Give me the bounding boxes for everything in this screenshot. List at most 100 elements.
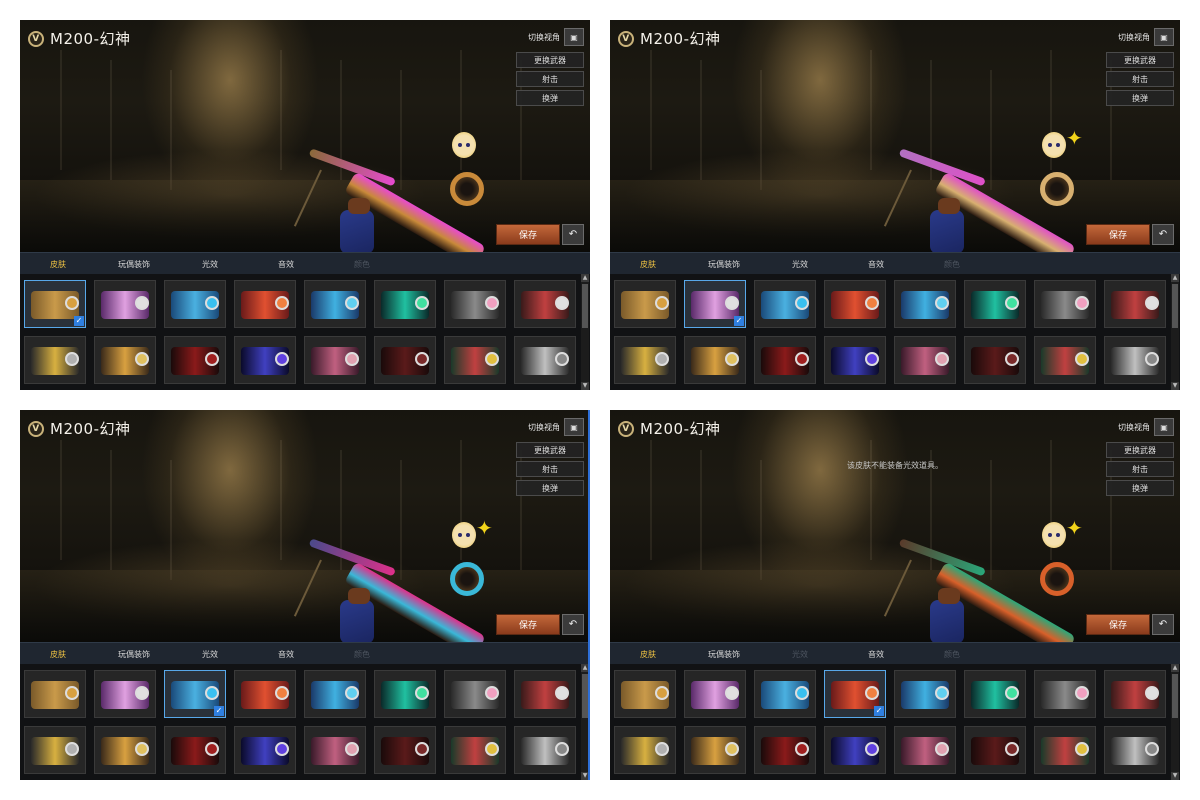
skin-item[interactable] [304, 726, 366, 774]
tab-doll-decoration[interactable]: 玩偶装饰 [96, 649, 172, 660]
scroll-down-icon[interactable]: ▼ [1171, 772, 1179, 780]
skin-item[interactable] [824, 280, 886, 328]
tab-light-effect[interactable]: 光效 [172, 649, 248, 660]
return-icon[interactable]: ↶ [562, 224, 584, 245]
tab-doll-decoration[interactable]: 玩偶装饰 [686, 649, 762, 660]
skin-item[interactable] [164, 726, 226, 774]
tab-skin[interactable]: 皮肤 [20, 259, 96, 270]
save-button[interactable]: 保存 [1086, 224, 1150, 245]
skin-item[interactable] [964, 280, 1026, 328]
save-button[interactable]: 保存 [496, 614, 560, 635]
skin-item[interactable] [444, 280, 506, 328]
skin-item[interactable] [94, 670, 156, 718]
skin-item[interactable] [894, 726, 956, 774]
skin-item[interactable] [304, 280, 366, 328]
skin-item[interactable] [164, 336, 226, 384]
skin-item[interactable] [234, 726, 296, 774]
return-icon[interactable]: ↶ [562, 614, 584, 635]
skin-item[interactable] [1034, 670, 1096, 718]
scroll-thumb[interactable] [1172, 284, 1178, 328]
skin-item[interactable] [1104, 280, 1166, 328]
scroll-down-icon[interactable]: ▼ [581, 772, 588, 780]
skin-item[interactable]: ✓ [24, 280, 86, 328]
skin-item[interactable] [684, 726, 746, 774]
skin-item[interactable] [1104, 336, 1166, 384]
tab-sound-effect[interactable]: 音效 [838, 259, 914, 270]
skin-item[interactable] [304, 670, 366, 718]
skin-item[interactable] [964, 726, 1026, 774]
skin-item[interactable] [164, 280, 226, 328]
skin-item[interactable] [304, 336, 366, 384]
skin-item[interactable] [374, 670, 436, 718]
scroll-down-icon[interactable]: ▼ [581, 382, 589, 390]
scroll-thumb[interactable] [582, 284, 588, 328]
grid-scrollbar[interactable]: ▲ ▼ [581, 664, 588, 780]
skin-item[interactable] [824, 726, 886, 774]
skin-item[interactable] [444, 336, 506, 384]
skin-item[interactable]: ✓ [684, 280, 746, 328]
tab-sound-effect[interactable]: 音效 [248, 649, 324, 660]
skin-item[interactable] [514, 280, 576, 328]
skin-item[interactable] [444, 726, 506, 774]
tab-sound-effect[interactable]: 音效 [248, 259, 324, 270]
skin-item[interactable] [1104, 726, 1166, 774]
scroll-up-icon[interactable]: ▲ [1171, 274, 1179, 282]
skin-item[interactable] [94, 726, 156, 774]
skin-item[interactable] [894, 670, 956, 718]
tab-skin[interactable]: 皮肤 [610, 259, 686, 270]
skin-item[interactable] [374, 280, 436, 328]
skin-item[interactable] [1034, 336, 1096, 384]
skin-item[interactable] [964, 336, 1026, 384]
skin-item[interactable] [234, 336, 296, 384]
skin-item[interactable] [514, 726, 576, 774]
skin-item[interactable] [684, 336, 746, 384]
skin-item[interactable] [24, 336, 86, 384]
skin-item[interactable] [894, 336, 956, 384]
scroll-down-icon[interactable]: ▼ [1171, 382, 1179, 390]
skin-item[interactable] [374, 726, 436, 774]
skin-item[interactable] [234, 670, 296, 718]
scroll-up-icon[interactable]: ▲ [581, 664, 588, 672]
grid-scrollbar[interactable]: ▲ ▼ [581, 274, 589, 390]
grid-scrollbar[interactable]: ▲ ▼ [1171, 664, 1179, 780]
scroll-thumb[interactable] [1172, 674, 1178, 718]
tab-skin[interactable]: 皮肤 [610, 649, 686, 660]
scroll-up-icon[interactable]: ▲ [581, 274, 589, 282]
scroll-thumb[interactable] [582, 674, 588, 718]
return-icon[interactable]: ↶ [1152, 224, 1174, 245]
skin-item[interactable] [754, 280, 816, 328]
tab-skin[interactable]: 皮肤 [20, 649, 96, 660]
save-button[interactable]: 保存 [1086, 614, 1150, 635]
skin-item[interactable] [824, 336, 886, 384]
skin-item[interactable] [514, 670, 576, 718]
skin-item[interactable] [234, 280, 296, 328]
return-icon[interactable]: ↶ [1152, 614, 1174, 635]
skin-item[interactable] [514, 336, 576, 384]
save-button[interactable]: 保存 [496, 224, 560, 245]
tab-light-effect[interactable]: 光效 [172, 259, 248, 270]
grid-scrollbar[interactable]: ▲ ▼ [1171, 274, 1179, 390]
tab-doll-decoration[interactable]: 玩偶装饰 [96, 259, 172, 270]
skin-item[interactable] [754, 670, 816, 718]
skin-item[interactable] [614, 670, 676, 718]
scroll-up-icon[interactable]: ▲ [1171, 664, 1179, 672]
skin-item[interactable] [374, 336, 436, 384]
skin-item[interactable] [24, 726, 86, 774]
skin-item[interactable] [614, 280, 676, 328]
skin-item[interactable] [614, 726, 676, 774]
skin-item[interactable] [964, 670, 1026, 718]
skin-item[interactable] [94, 280, 156, 328]
skin-item[interactable] [614, 336, 676, 384]
skin-item[interactable] [1034, 726, 1096, 774]
skin-item[interactable] [24, 670, 86, 718]
skin-item[interactable]: ✓ [824, 670, 886, 718]
skin-item[interactable]: ✓ [164, 670, 226, 718]
skin-item[interactable] [94, 336, 156, 384]
skin-item[interactable] [1034, 280, 1096, 328]
tab-sound-effect[interactable]: 音效 [838, 649, 914, 660]
skin-item[interactable] [754, 336, 816, 384]
tab-doll-decoration[interactable]: 玩偶装饰 [686, 259, 762, 270]
skin-item[interactable] [684, 670, 746, 718]
skin-item[interactable] [444, 670, 506, 718]
skin-item[interactable] [754, 726, 816, 774]
